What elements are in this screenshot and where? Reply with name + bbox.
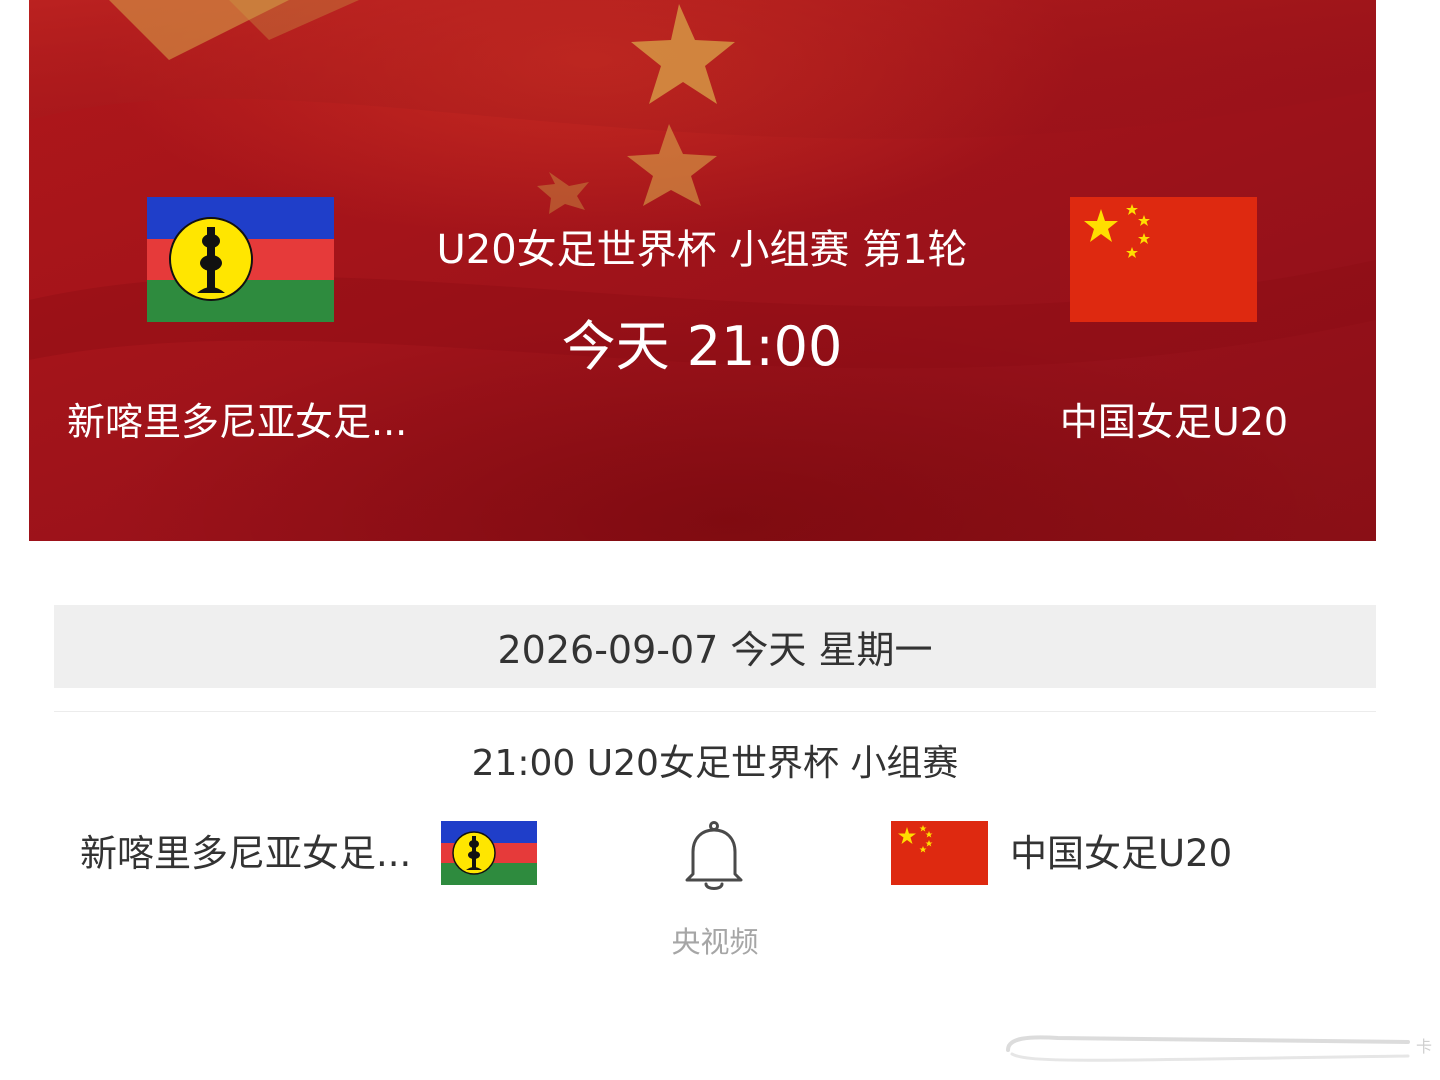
away-team-name: 中国女足U20 [1059,400,1289,444]
divider [54,711,1376,712]
svg-text:卡: 卡 [1416,1037,1432,1056]
match-info-header: 21:00 U20女足世界杯 小组赛 [471,743,959,784]
china-flag-icon [891,821,988,885]
new-caledonia-flag-icon [441,821,537,885]
date-header: 2026-09-07 今天 星期一 [54,605,1376,688]
home-team-name: 新喀里多尼亚女足... [67,400,408,444]
china-flag-icon [1070,197,1257,322]
broadcaster-label: 央视频 [671,925,759,959]
watermark-logo: 卡 [1006,1035,1432,1062]
match-home-team[interactable]: 新喀里多尼亚女足... [80,828,430,880]
date-header-label: 2026-09-07 今天 星期一 [497,628,933,672]
bell-icon[interactable] [681,820,747,894]
competition-title: U20女足世界杯 小组赛 第1轮 [436,227,968,273]
match-away-team[interactable]: 中国女足U20 [1010,828,1310,880]
match-hero-banner[interactable]: U20女足世界杯 小组赛 第1轮 今天 21:00 新喀里多尼亚女足... 中国… [29,0,1376,541]
new-caledonia-flag-icon [147,197,334,322]
kickoff-time: 今天 21:00 [561,315,843,378]
